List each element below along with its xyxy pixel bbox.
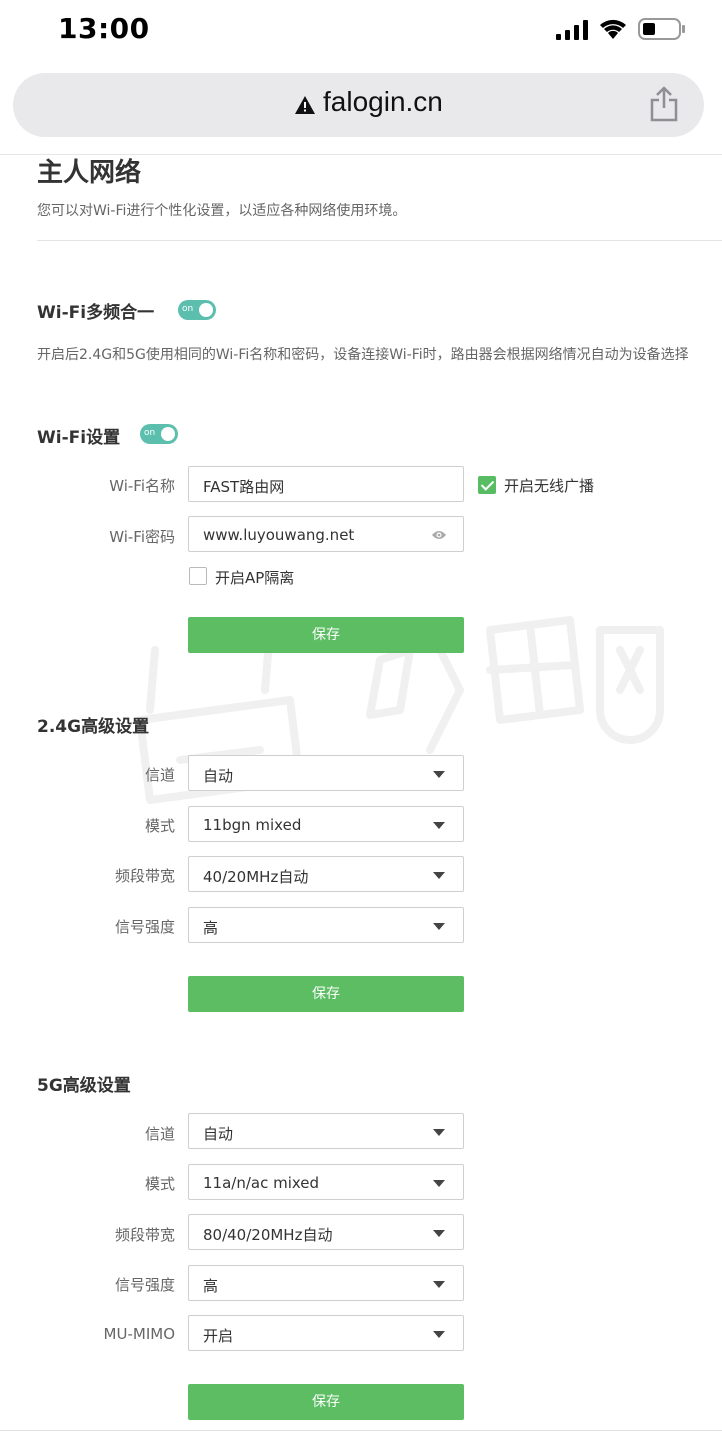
band5-mumimo-value: 开启 [203,1327,234,1345]
page-description: 您可以对Wi-Fi进行个性化设置，以适应各种网络使用环境。 [37,203,407,219]
band5-power-select[interactable]: 高 [188,1265,464,1301]
eye-icon[interactable] [431,529,447,541]
toggle-knob [199,303,213,317]
ap-isolation-checkbox[interactable] [189,567,207,585]
wifi-name-label: Wi-Fi名称 [109,477,175,495]
wifi-password-input[interactable]: www.luyouwang.net [188,516,464,552]
wifi-password-label: Wi-Fi密码 [109,528,175,546]
band24-mode-select[interactable]: 11bgn mixed [188,806,464,842]
wifi-settings-title: Wi-Fi设置 [37,428,121,448]
band5-bandwidth-label: 频段带宽 [114,1226,175,1244]
band5-mode-select[interactable]: 11a/n/ac mixed [188,1164,464,1200]
wifi-name-value: FAST路由网 [203,478,285,496]
chevron-down-icon [433,1281,445,1288]
band5-channel-select[interactable]: 自动 [188,1113,464,1149]
band24-channel-value: 自动 [203,767,234,785]
band5-power-label: 信号强度 [114,1276,175,1294]
multiband-description: 开启后2.4G和5G使用相同的Wi-Fi名称和密码，设备连接Wi-Fi时，路由器… [37,347,689,363]
broadcast-checkbox[interactable] [478,476,496,494]
band5-save-button[interactable]: 保存 [188,1384,464,1420]
band5-power-value: 高 [203,1277,219,1295]
page-title: 主人网络 [37,158,142,188]
multiband-toggle-state: on [182,304,194,314]
warning-icon [295,96,315,114]
chevron-down-icon [433,822,445,829]
wifi-settings-toggle[interactable]: on [140,424,178,444]
band24-bandwidth-select[interactable]: 40/20MHz自动 [188,856,464,892]
band24-bandwidth-value: 40/20MHz自动 [203,868,309,886]
ap-isolation-label: 开启AP隔离 [215,569,295,587]
status-time: 13:00 [58,12,150,45]
bottom-divider [0,1430,722,1431]
band5-mumimo-label: MU-MIMO [103,1325,175,1343]
share-icon[interactable] [648,86,680,122]
multiband-title: Wi-Fi多频合一 [37,303,155,323]
cellular-signal-icon [556,20,588,40]
band5-title: 5G高级设置 [37,1076,131,1096]
band24-mode-value: 11bgn mixed [203,816,302,834]
broadcast-label: 开启无线广播 [504,477,595,495]
wifi-icon [600,19,626,39]
section-divider [37,240,722,241]
chevron-down-icon [433,1129,445,1136]
address-bar[interactable]: falogin.cn [13,73,704,137]
url-text[interactable]: falogin.cn [323,86,443,118]
chevron-down-icon [433,1230,445,1237]
band24-bandwidth-label: 频段带宽 [114,867,175,885]
band5-channel-label: 信道 [144,1125,175,1143]
band5-channel-value: 自动 [203,1125,234,1143]
band24-channel-label: 信道 [144,766,175,784]
band5-mode-value: 11a/n/ac mixed [203,1174,320,1192]
battery-icon [638,18,685,40]
status-bar: 13:00 [0,0,722,60]
band24-save-button[interactable]: 保存 [188,976,464,1012]
band24-power-value: 高 [203,919,219,937]
band24-mode-label: 模式 [144,817,175,835]
band24-title: 2.4G高级设置 [37,717,150,737]
band5-mode-label: 模式 [144,1175,175,1193]
wifi-settings-save-button[interactable]: 保存 [188,617,464,653]
band24-power-select[interactable]: 高 [188,907,464,943]
chevron-down-icon [433,1180,445,1187]
band24-power-label: 信号强度 [114,918,175,936]
band5-bandwidth-select[interactable]: 80/40/20MHz自动 [188,1214,464,1250]
chevron-down-icon [433,872,445,879]
band24-channel-select[interactable]: 自动 [188,755,464,791]
wifi-password-value: www.luyouwang.net [203,526,355,544]
chevron-down-icon [433,771,445,778]
multiband-toggle[interactable]: on [178,300,216,320]
band5-mumimo-select[interactable]: 开启 [188,1315,464,1351]
toggle-knob [161,427,175,441]
band5-bandwidth-value: 80/40/20MHz自动 [203,1226,333,1244]
wifi-settings-toggle-state: on [144,428,156,438]
chevron-down-icon [433,1331,445,1338]
chevron-down-icon [433,923,445,930]
wifi-name-input[interactable]: FAST路由网 [188,466,464,502]
